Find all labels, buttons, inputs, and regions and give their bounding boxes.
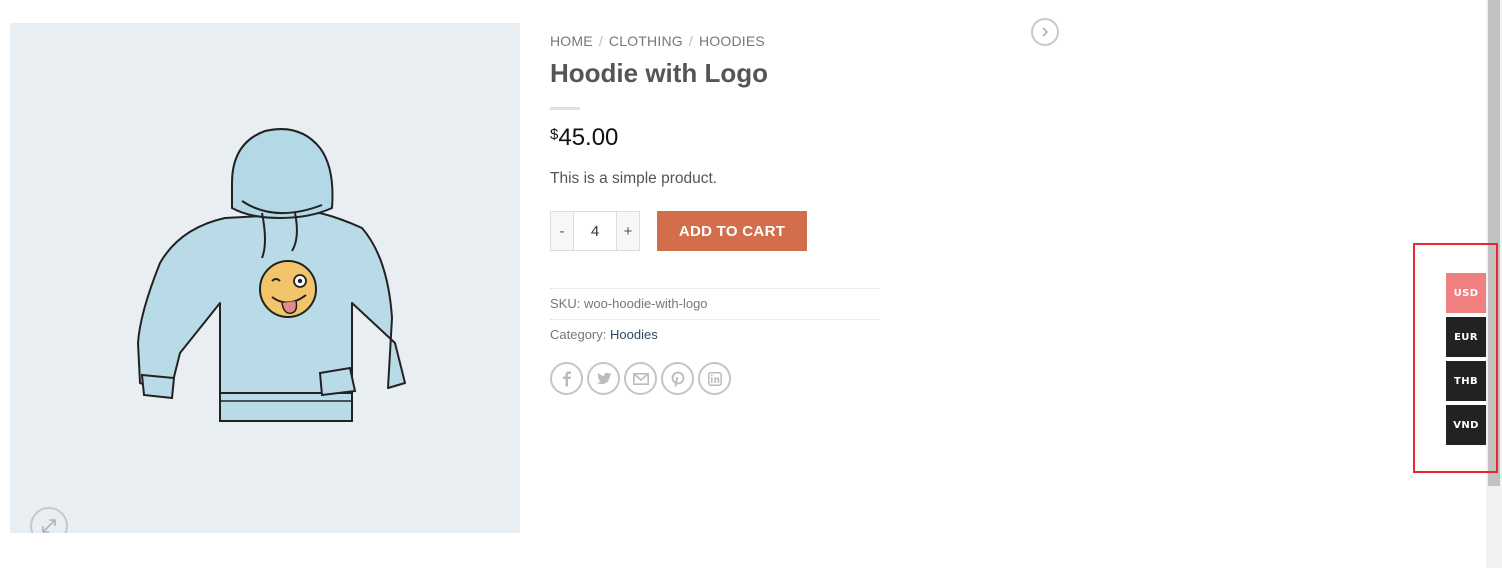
quantity-plus-button[interactable]: +: [617, 212, 639, 250]
quantity-stepper: - 4 +: [550, 211, 640, 251]
share-icons: [550, 362, 731, 395]
breadcrumb-home[interactable]: HOME: [550, 33, 593, 49]
short-description: This is a simple product.: [550, 170, 718, 187]
pinterest-icon[interactable]: [661, 362, 694, 395]
breadcrumb-separator: /: [688, 33, 693, 49]
category-label: Category:: [550, 327, 607, 342]
expand-icon: [42, 519, 56, 533]
breadcrumb-separator: /: [598, 33, 603, 49]
breadcrumb: HOME / CLOTHING / HOODIES: [550, 33, 765, 49]
category-link[interactable]: Hoodies: [610, 327, 658, 342]
quantity-minus-button[interactable]: -: [551, 212, 573, 250]
product-title: Hoodie with Logo: [550, 58, 769, 88]
category: Category: Hoodies: [550, 327, 658, 342]
sku-label: SKU:: [550, 296, 581, 311]
product-price: $45.00: [550, 124, 618, 152]
linkedin-icon[interactable]: [698, 362, 731, 395]
currency-vnd-button[interactable]: VND: [1446, 405, 1486, 445]
title-divider: [550, 107, 580, 110]
next-product-button[interactable]: [1031, 18, 1059, 46]
add-to-cart-button[interactable]: ADD TO CART: [657, 211, 807, 251]
currency-usd-button[interactable]: USD: [1446, 273, 1486, 313]
sku: SKU: woo-hoodie-with-logo: [550, 296, 708, 311]
product-image[interactable]: [10, 23, 520, 533]
price-amount: 45.00: [558, 124, 619, 151]
meta-divider: [550, 288, 880, 289]
currency-symbol: $: [550, 126, 559, 143]
chevron-right-icon: [1042, 27, 1049, 37]
facebook-icon[interactable]: [550, 362, 583, 395]
breadcrumb-clothing[interactable]: CLOTHING: [609, 33, 683, 49]
breadcrumb-hoodies[interactable]: HOODIES: [699, 33, 765, 49]
hoodie-illustration: [137, 128, 406, 422]
quantity-input[interactable]: 4: [573, 212, 617, 250]
currency-thb-button[interactable]: THB: [1446, 361, 1486, 401]
meta-divider: [550, 319, 880, 320]
sku-value: woo-hoodie-with-logo: [583, 296, 708, 311]
email-icon[interactable]: [624, 362, 657, 395]
twitter-icon[interactable]: [587, 362, 620, 395]
currency-eur-button[interactable]: EUR: [1446, 317, 1486, 357]
